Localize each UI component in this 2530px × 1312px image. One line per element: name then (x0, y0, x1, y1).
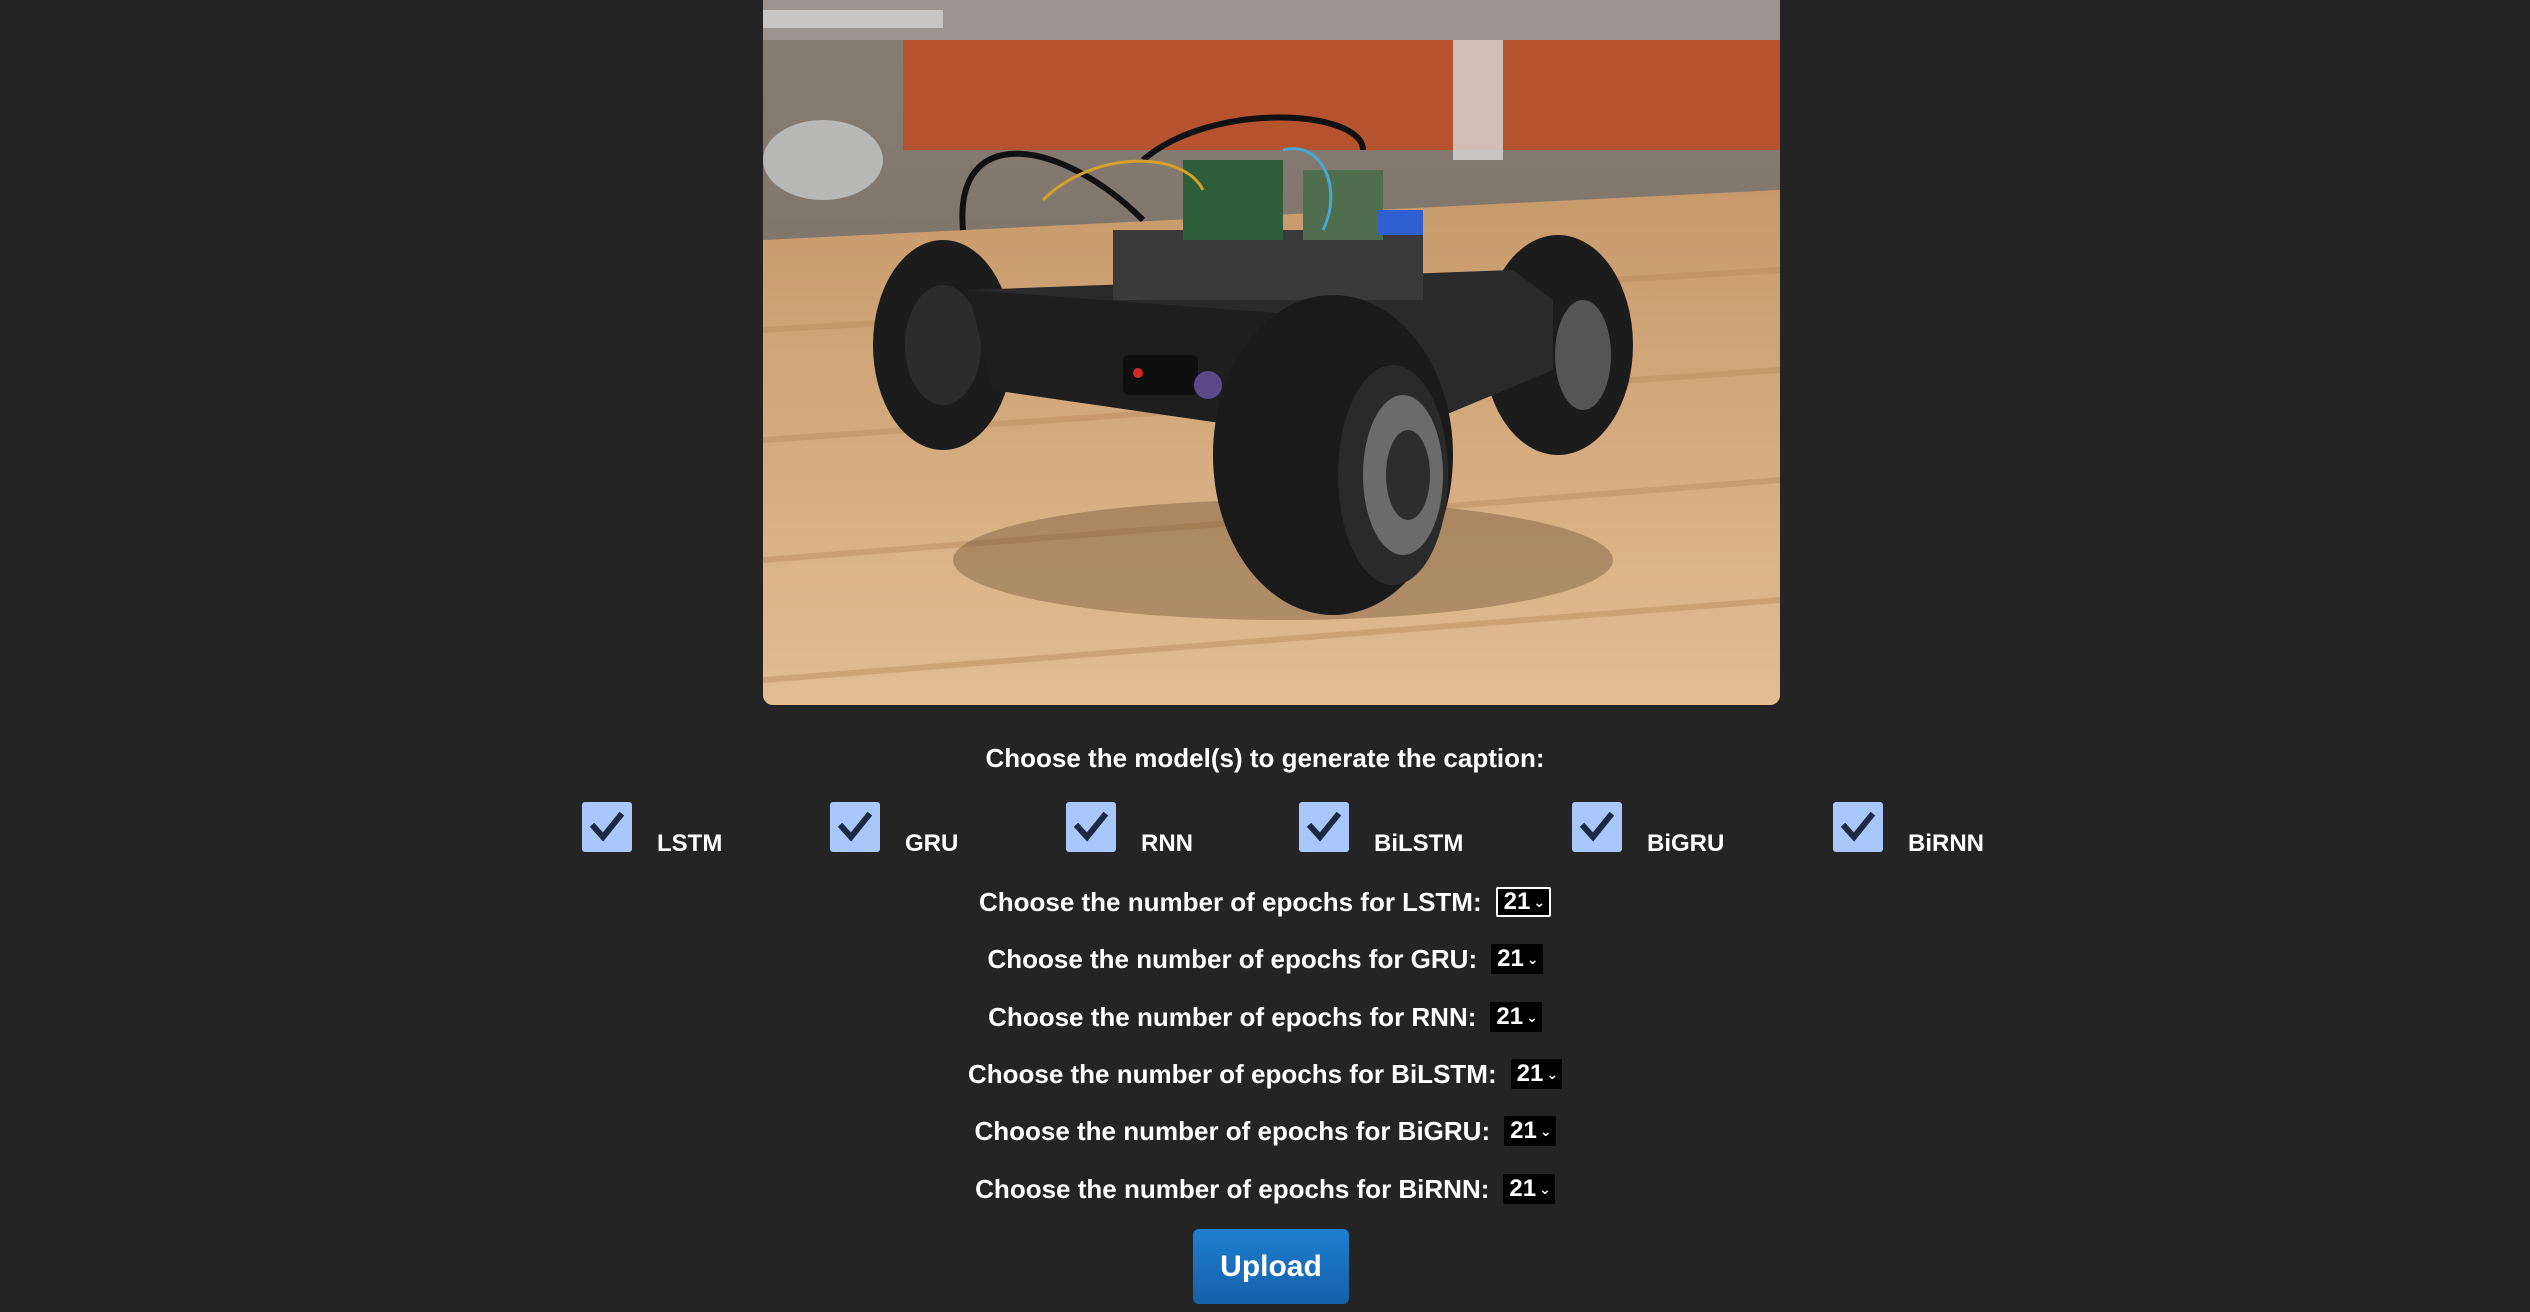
chevron-down-icon: ⌄ (1533, 893, 1546, 910)
chevron-down-icon: ⌄ (1546, 1065, 1559, 1082)
epoch-row-lstm: Choose the number of epochs for LSTM: 21… (0, 886, 2530, 918)
model-prompt: Choose the model(s) to generate the capt… (985, 743, 1545, 773)
checkbox-label-rnn: RNN (1141, 830, 1193, 857)
epoch-value-bigru: 21 (1510, 1117, 1537, 1144)
epoch-select-birnn[interactable]: 21 ⌄ (1503, 1174, 1555, 1204)
chevron-down-icon: ⌄ (1539, 1180, 1551, 1197)
chevron-down-icon: ⌄ (1539, 1122, 1552, 1139)
epoch-select-rnn[interactable]: 21 ⌄ (1490, 1002, 1542, 1032)
robot-car-image (763, 0, 1780, 705)
epoch-row-bigru: Choose the number of epochs for BiGRU: 2… (0, 1115, 2530, 1147)
epoch-label-lstm: Choose the number of epochs for LSTM: (978, 886, 1482, 917)
upload-button[interactable]: Upload (1193, 1229, 1349, 1304)
uploaded-photo (763, 0, 1780, 705)
checkbox-rnn[interactable] (1066, 802, 1116, 852)
checkbox-gru[interactable] (830, 802, 880, 852)
model-checkbox-group: LSTM GRU RNN BiLSTM BiGRU BiRNN (0, 802, 2530, 862)
epoch-select-bilstm[interactable]: 21 ⌄ (1510, 1059, 1563, 1089)
checkbox-birnn[interactable] (1833, 802, 1883, 852)
checkbox-label-lstm: LSTM (657, 830, 723, 857)
chevron-down-icon: ⌄ (1526, 1008, 1538, 1025)
checkbox-label-birnn: BiRNN (1908, 830, 1984, 857)
epoch-value-rnn: 21 (1496, 1003, 1524, 1030)
checkbox-label-bilstm: BiLSTM (1374, 830, 1464, 857)
epoch-select-bigru[interactable]: 21 ⌄ (1504, 1116, 1556, 1146)
checkbox-label-gru: GRU (905, 830, 959, 857)
epoch-value-gru: 21 (1497, 945, 1524, 972)
epoch-value-birnn: 21 (1509, 1175, 1537, 1202)
epoch-label-gru: Choose the number of epochs for GRU: (987, 943, 1478, 974)
checkbox-label-bigru: BiGRU (1647, 830, 1725, 857)
epoch-label-bilstm: Choose the number of epochs for BiLSTM: (967, 1058, 1497, 1089)
checkbox-bigru[interactable] (1572, 802, 1622, 852)
epoch-row-birnn: Choose the number of epochs for BiRNN: 2… (0, 1173, 2530, 1205)
epoch-row-gru: Choose the number of epochs for GRU: 21 … (0, 943, 2530, 975)
epoch-label-bigru: Choose the number of epochs for BiGRU: (974, 1115, 1491, 1146)
checkbox-lstm[interactable] (582, 802, 632, 852)
epoch-label-rnn: Choose the number of epochs for RNN: (988, 1001, 1477, 1032)
epoch-value-lstm: 21 (1503, 888, 1531, 915)
epoch-select-lstm[interactable]: 21 ⌄ (1495, 887, 1552, 917)
epoch-row-rnn: Choose the number of epochs for RNN: 21 … (0, 1001, 2530, 1033)
epoch-row-bilstm: Choose the number of epochs for BiLSTM: … (0, 1058, 2530, 1090)
chevron-down-icon: ⌄ (1526, 950, 1539, 967)
checkbox-bilstm[interactable] (1299, 802, 1349, 852)
epoch-select-gru[interactable]: 21 ⌄ (1491, 944, 1543, 974)
epoch-value-bilstm: 21 (1516, 1060, 1544, 1087)
epoch-label-birnn: Choose the number of epochs for BiRNN: (975, 1173, 1490, 1204)
